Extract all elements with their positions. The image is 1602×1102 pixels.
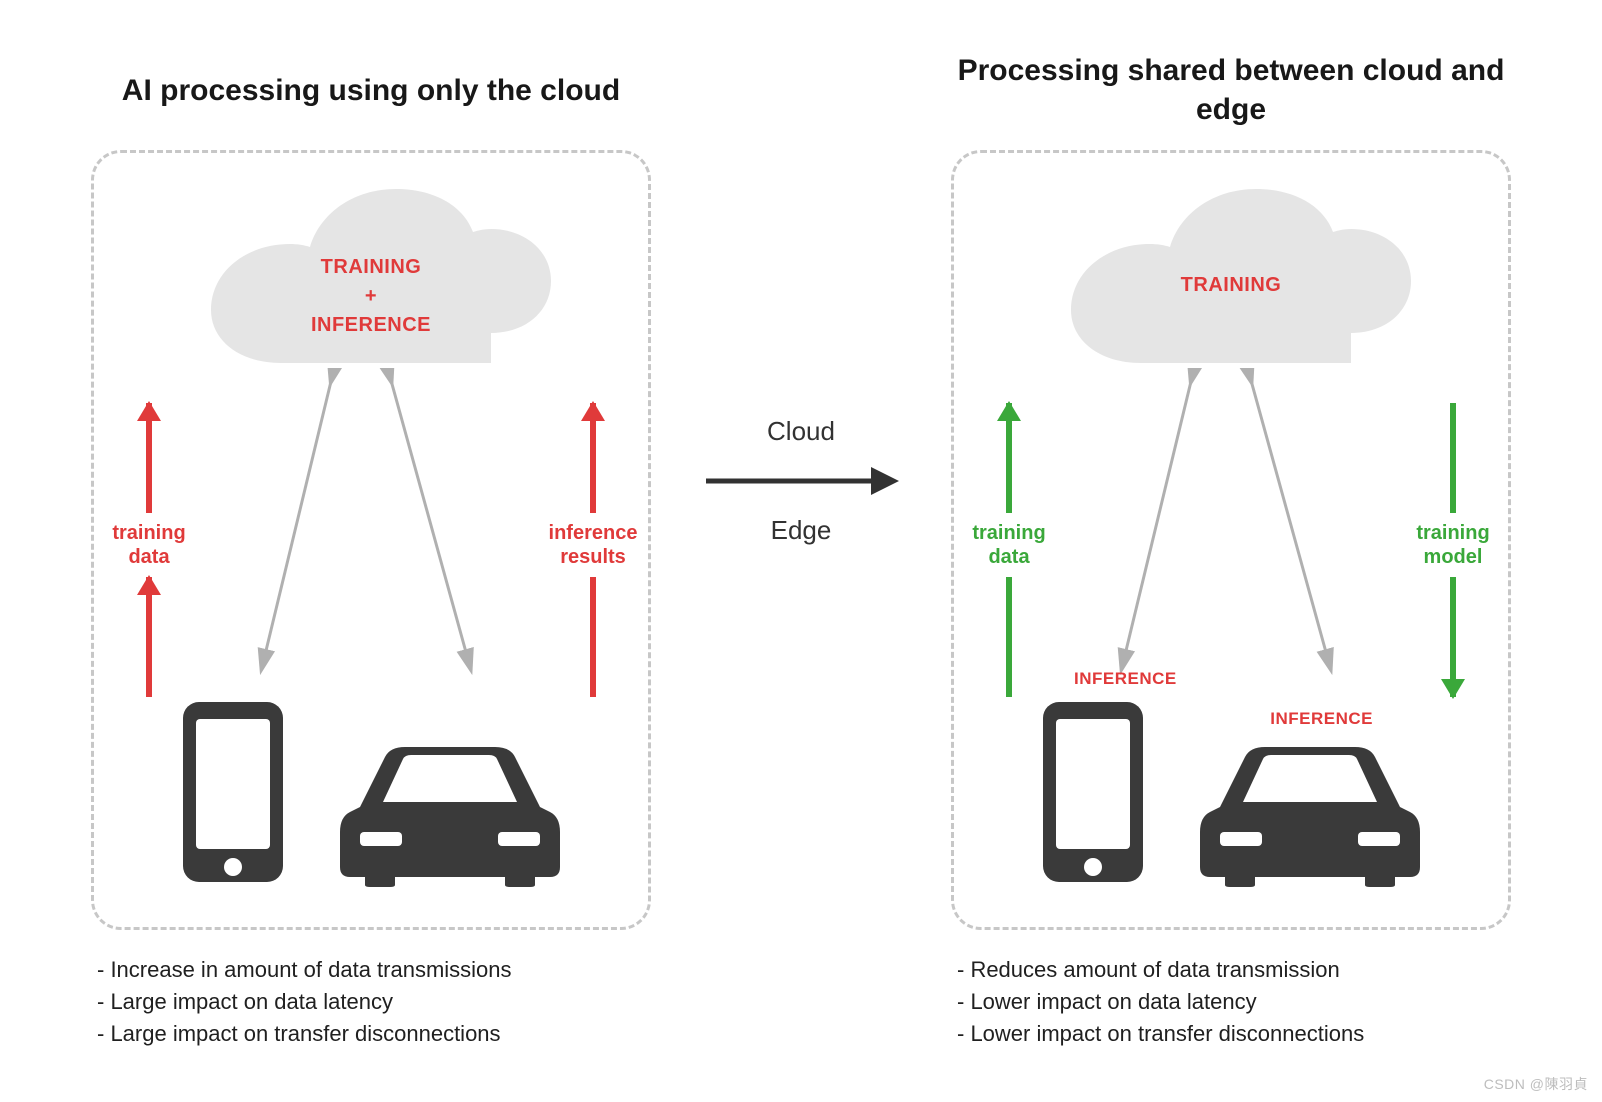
- car-icon: [1195, 737, 1425, 887]
- diagonal-arrows-right: [954, 368, 1508, 688]
- right-bullets: - Reduces amount of data transmission - …: [951, 954, 1511, 1050]
- right-arrow-icon: [701, 461, 901, 501]
- devices-row-right: [954, 697, 1508, 887]
- bullet: - Increase in amount of data transmissio…: [97, 954, 651, 986]
- left-title: AI processing using only the cloud: [91, 50, 651, 130]
- watermark: CSDN @陳羽貞: [1484, 1074, 1588, 1094]
- car-icon: [335, 737, 565, 887]
- right-column: Processing shared between cloud and edge…: [951, 50, 1511, 1050]
- devices-row-left: [94, 697, 648, 887]
- cloud-graphic-left: TRAINING + INFERENCE: [171, 183, 571, 368]
- left-column: AI processing using only the cloud TRAIN…: [91, 50, 651, 1050]
- right-panel: TRAINING training data training: [951, 150, 1511, 930]
- cloud-text-right: TRAINING: [1031, 271, 1431, 300]
- cloud-plus: +: [171, 282, 571, 311]
- left-bullets: - Increase in amount of data transmissio…: [91, 954, 651, 1050]
- cloud-line1: TRAINING: [321, 256, 422, 278]
- middle-label-cloud: Cloud: [767, 416, 835, 447]
- cloud-graphic-right: TRAINING: [1031, 183, 1431, 368]
- bullet: - Large impact on data latency: [97, 986, 651, 1018]
- phone-icon: [1038, 697, 1148, 887]
- bullet: - Lower impact on transfer disconnection…: [957, 1018, 1511, 1050]
- bullet: - Lower impact on data latency: [957, 986, 1511, 1018]
- cloud-line2: INFERENCE: [311, 314, 431, 336]
- cloud-text-left: TRAINING + INFERENCE: [171, 253, 571, 340]
- diagram-root: AI processing using only the cloud TRAIN…: [91, 50, 1511, 1050]
- inference-label-phone: INFERENCE: [1074, 669, 1177, 689]
- middle-label-edge: Edge: [771, 515, 832, 546]
- cloud-line1: TRAINING: [1181, 274, 1282, 296]
- right-title: Processing shared between cloud and edge: [951, 50, 1511, 130]
- diagonal-arrows-left: [94, 368, 648, 688]
- left-panel: TRAINING + INFERENCE training data .noar…: [91, 150, 651, 930]
- bullet: - Large impact on transfer disconnection…: [97, 1018, 651, 1050]
- middle-column: Cloud Edge: [691, 410, 911, 552]
- phone-icon: [178, 697, 288, 887]
- bullet: - Reduces amount of data transmission: [957, 954, 1511, 986]
